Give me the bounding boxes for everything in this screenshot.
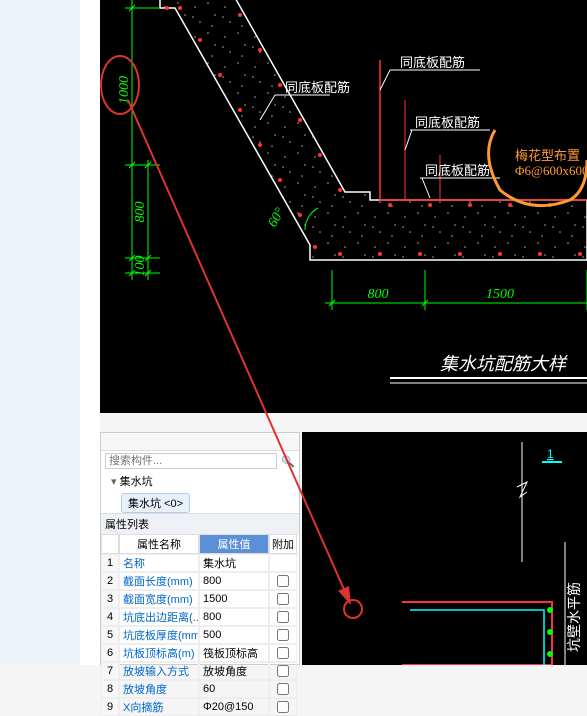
property-row[interactable]: 1名称集水坑: [101, 554, 299, 572]
prop-value[interactable]: 筏板顶标高: [199, 644, 269, 662]
property-row[interactable]: 2截面长度(mm)800: [101, 572, 299, 590]
row-index: 2: [101, 572, 119, 590]
dim-v3: 100: [133, 256, 148, 277]
row-index: 4: [101, 608, 119, 626]
rebar-note-3: 同底板配筋: [415, 115, 480, 130]
property-row[interactable]: 4坑底出边距离(...800: [101, 608, 299, 626]
property-row[interactable]: 3截面宽度(mm)1500: [101, 590, 299, 608]
add-checkbox[interactable]: [277, 665, 289, 677]
tree-root-node[interactable]: ▾ 集水坑: [101, 471, 299, 491]
add-checkbox[interactable]: [277, 647, 289, 659]
prop-name: 坑底出边距离(...: [119, 608, 199, 626]
property-row[interactable]: 9X向摘筋Φ20@150: [101, 698, 299, 716]
property-panel: 🔍 ▾ 集水坑 集水坑 <0> 属性列表 属性名称 属性值 附加 1名称集水坑2…: [100, 432, 300, 665]
add-checkbox[interactable]: [277, 683, 289, 695]
dim-h2: 1500: [486, 287, 514, 302]
prop-name: 坑底板厚度(mm): [119, 626, 199, 644]
rebar-note-1: 同底板配筋: [285, 80, 350, 95]
dim-v2: 800: [133, 202, 148, 223]
markup-circle-1: [100, 55, 140, 115]
row-index: 6: [101, 644, 119, 662]
property-list-header: 属性列表: [101, 513, 299, 534]
left-sidebar: [0, 0, 80, 665]
prop-value[interactable]: Φ20@150: [199, 698, 269, 716]
component-tag[interactable]: 集水坑 <0>: [121, 493, 190, 513]
prop-value[interactable]: 800: [199, 572, 269, 590]
cad-drawing-top[interactable]: 同底板配筋 同底板配筋 同底板配筋 同底板配筋 梅花型布置 Φ6@600x600…: [100, 0, 587, 413]
panel-toolbar: [101, 433, 299, 451]
property-row[interactable]: 8放坡角度60: [101, 680, 299, 698]
gap: [80, 0, 100, 665]
add-checkbox[interactable]: [277, 701, 289, 713]
prop-name: 坑板顶标高(m): [119, 644, 199, 662]
grid-header: 属性名称 属性值 附加: [101, 534, 299, 554]
prop-name: 名称: [119, 554, 199, 572]
prop-value[interactable]: 500: [199, 626, 269, 644]
prop-value[interactable]: 800: [199, 608, 269, 626]
property-row[interactable]: 6坑板顶标高(m)筏板顶标高: [101, 644, 299, 662]
orange-note-1: 梅花型布置: [515, 148, 580, 163]
drawing-title: 集水坑配筋大样: [440, 354, 568, 374]
prop-value[interactable]: 60: [199, 680, 269, 698]
prop-value[interactable]: 集水坑: [199, 554, 269, 572]
dim-h1: 800: [368, 287, 389, 302]
leader-num: 1: [547, 447, 554, 461]
add-checkbox[interactable]: [277, 575, 289, 587]
add-checkbox[interactable]: [277, 629, 289, 641]
orange-note-2: Φ6@600x600: [515, 163, 587, 178]
side-label: 坑壁水平筋: [566, 582, 583, 652]
row-index: 9: [101, 698, 119, 716]
prop-name: 截面长度(mm): [119, 572, 199, 590]
prop-name: X向摘筋: [119, 698, 199, 716]
add-checkbox[interactable]: [277, 593, 289, 605]
property-row[interactable]: 5坑底板厚度(mm)500: [101, 626, 299, 644]
rebar-note-4: 同底板配筋: [425, 163, 490, 178]
rebar-note-2: 同底板配筋: [400, 55, 465, 70]
prop-name: 截面宽度(mm): [119, 590, 199, 608]
row-index: 1: [101, 554, 119, 572]
search-icon[interactable]: 🔍: [281, 455, 295, 468]
prop-name: 放坡角度: [119, 680, 199, 698]
cad-drawing-bottom[interactable]: 1 坑壁水平筋: [302, 432, 587, 665]
row-index: 8: [101, 680, 119, 698]
angle-dim: 60°: [265, 205, 288, 230]
add-checkbox[interactable]: [277, 611, 289, 623]
search-input[interactable]: [105, 453, 277, 469]
row-index: 3: [101, 590, 119, 608]
prop-add: [269, 554, 297, 572]
row-index: 5: [101, 626, 119, 644]
prop-value[interactable]: 1500: [199, 590, 269, 608]
markup-circle-2: [343, 599, 363, 619]
